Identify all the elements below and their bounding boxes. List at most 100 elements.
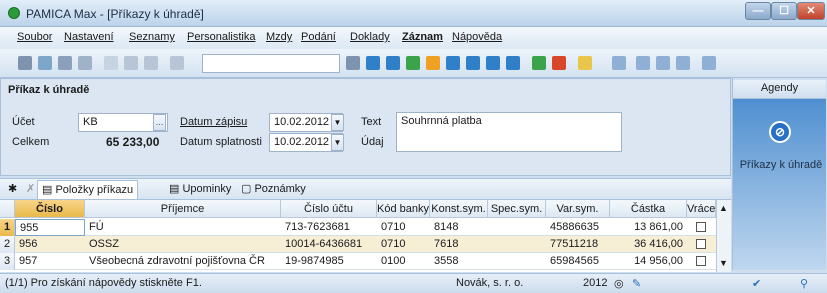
- tab-label: Upominky: [182, 183, 232, 195]
- datum-zapisu-dropdown[interactable]: ▼: [331, 114, 344, 131]
- app-icon: [8, 7, 20, 19]
- ucet-lookup-button[interactable]: …: [153, 114, 166, 131]
- column-header[interactable]: Příjemce: [85, 200, 281, 218]
- tab-label: Položky příkazu: [55, 184, 134, 196]
- maximize-button[interactable]: ☐: [771, 2, 797, 20]
- table-row[interactable]: 2 956 OSSZ 10014-6436681 0710 7618 77511…: [0, 236, 716, 253]
- cell-kod-banky[interactable]: 0710: [381, 236, 427, 253]
- nav-icon[interactable]: [506, 56, 520, 70]
- agendy-item-prikazy[interactable]: Příkazy k úhradě: [737, 159, 825, 171]
- nav-icon[interactable]: [466, 56, 480, 70]
- settings-icon[interactable]: ◎: [614, 277, 624, 290]
- text-label: Text: [361, 116, 382, 128]
- filter-icon[interactable]: [346, 56, 360, 70]
- menu-napoveda[interactable]: Nápověda: [452, 31, 502, 43]
- cell-konst-sym[interactable]: 3558: [434, 253, 486, 270]
- scroll-up-icon[interactable]: ▲: [719, 203, 728, 213]
- cell-cislo[interactable]: 956: [19, 236, 85, 253]
- column-header[interactable]: Vráce: [687, 200, 716, 218]
- cell-kod-banky[interactable]: 0710: [381, 219, 427, 236]
- menu-personalistika[interactable]: Personalistika: [187, 31, 255, 43]
- new-icon[interactable]: [104, 56, 118, 70]
- folder-icon[interactable]: [578, 56, 592, 70]
- column-header[interactable]: Konst.sym.: [430, 200, 488, 218]
- cell-cislo[interactable]: 955: [15, 219, 85, 236]
- menu-podani[interactable]: Podání: [301, 31, 336, 43]
- filter-icon[interactable]: [532, 56, 546, 70]
- menu-mzdy[interactable]: Mzdy: [266, 31, 292, 43]
- nav-icon[interactable]: [446, 56, 460, 70]
- nav-icon[interactable]: [406, 56, 420, 70]
- cell-castka[interactable]: 14 956,00: [610, 253, 683, 270]
- note-icon: ▢: [241, 183, 255, 195]
- nav-icon[interactable]: [386, 56, 400, 70]
- cell-var-sym[interactable]: 65984565: [550, 253, 608, 270]
- grid-corner: [0, 200, 15, 218]
- tool-icon[interactable]: [78, 56, 92, 70]
- cell-ucet[interactable]: 10014-6436681: [285, 236, 375, 253]
- edit-icon[interactable]: ✎: [632, 277, 641, 290]
- cell-var-sym[interactable]: 45886635: [550, 219, 608, 236]
- cell-var-sym[interactable]: 77511218: [550, 236, 608, 253]
- table-row[interactable]: 3 957 Všeobecná zdravotní pojišťovna ČR …: [0, 253, 716, 270]
- minimize-button[interactable]: —: [745, 2, 771, 20]
- save-icon[interactable]: [144, 56, 158, 70]
- menu-zaznam[interactable]: Záznam: [402, 31, 443, 43]
- check-icon[interactable]: ✔: [752, 277, 761, 290]
- text-field[interactable]: Souhrnná platba: [396, 112, 622, 152]
- vraceni-checkbox[interactable]: [696, 239, 706, 249]
- nav-icon[interactable]: [366, 56, 380, 70]
- close-button[interactable]: ✕: [797, 2, 825, 20]
- cell-castka[interactable]: 13 861,00: [610, 219, 683, 236]
- menu-seznamy[interactable]: Seznamy: [129, 31, 175, 43]
- filter-icon[interactable]: [552, 56, 566, 70]
- window-icon[interactable]: [656, 56, 670, 70]
- nav-icon[interactable]: [486, 56, 500, 70]
- cell-castka[interactable]: 36 416,00: [610, 236, 683, 253]
- tab-upominky[interactable]: ▤ Upominky: [165, 180, 235, 199]
- nav-icon[interactable]: [426, 56, 440, 70]
- scroll-down-icon[interactable]: ▼: [719, 258, 728, 268]
- tab-polozky-prikazu[interactable]: ▤ Položky příkazu: [37, 180, 139, 199]
- column-header[interactable]: Kód banky: [377, 200, 430, 218]
- cell-konst-sym[interactable]: 8148: [434, 219, 486, 236]
- column-header[interactable]: Číslo účtu: [281, 200, 377, 218]
- tools-icon[interactable]: [702, 56, 716, 70]
- form-section-title: Příkaz k úhradě: [8, 84, 90, 96]
- payment-order-icon[interactable]: ⊘: [769, 121, 791, 143]
- filter-icon[interactable]: ⚲: [800, 277, 808, 290]
- window-icon[interactable]: [636, 56, 650, 70]
- column-header[interactable]: Spec.sym.: [488, 200, 546, 218]
- tool-icon[interactable]: [18, 56, 32, 70]
- cell-prijemce[interactable]: Všeobecná zdravotní pojišťovna ČR: [89, 253, 279, 270]
- grid-icon[interactable]: [612, 56, 626, 70]
- column-header[interactable]: Var.sym.: [546, 200, 610, 218]
- cell-prijemce[interactable]: OSSZ: [89, 236, 279, 253]
- row-number: 1: [0, 219, 15, 236]
- datum-zapisu-label: Datum zápisu: [180, 116, 248, 128]
- menu-doklady[interactable]: Doklady: [350, 31, 390, 43]
- toolbar-combo[interactable]: [202, 54, 340, 73]
- menu-nastaveni[interactable]: Nastavení: [64, 31, 114, 43]
- copy-icon[interactable]: [170, 56, 184, 70]
- vraceni-checkbox[interactable]: [696, 256, 706, 266]
- asterisk-icon[interactable]: ✱: [4, 180, 21, 199]
- vraceni-checkbox[interactable]: [696, 222, 706, 232]
- column-header[interactable]: Číslo: [15, 200, 85, 218]
- tool-icon[interactable]: [58, 56, 72, 70]
- row-number: 3: [0, 253, 15, 270]
- table-row[interactable]: 1 955 FÚ 713-7623681 0710 8148 45886635 …: [0, 219, 716, 236]
- menu-soubor[interactable]: Soubor: [17, 31, 52, 43]
- window-icon[interactable]: [676, 56, 690, 70]
- tool-icon[interactable]: [38, 56, 52, 70]
- cell-ucet[interactable]: 19-9874985: [285, 253, 375, 270]
- cell-ucet[interactable]: 713-7623681: [285, 219, 375, 236]
- cell-cislo[interactable]: 957: [19, 253, 85, 270]
- column-header[interactable]: Částka: [610, 200, 687, 218]
- cell-prijemce[interactable]: FÚ: [89, 219, 279, 236]
- cell-konst-sym[interactable]: 7618: [434, 236, 486, 253]
- save-icon[interactable]: [124, 56, 138, 70]
- tab-poznamky[interactable]: ▢ Poznámky: [237, 180, 310, 199]
- cell-kod-banky[interactable]: 0100: [381, 253, 427, 270]
- datum-splatnosti-dropdown[interactable]: ▼: [331, 134, 344, 151]
